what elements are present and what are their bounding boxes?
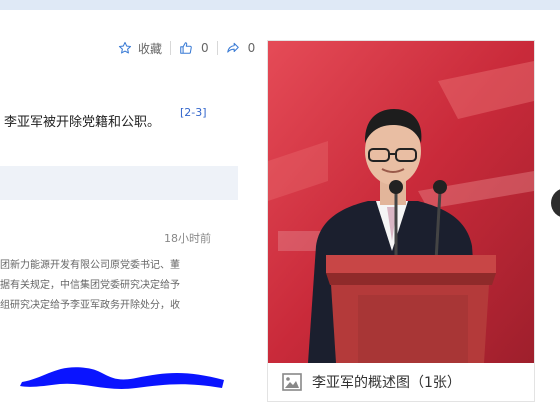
album-caption-text: 李亚军的概述图（1张） xyxy=(312,375,461,391)
reference-link[interactable]: [2-3] xyxy=(180,106,207,119)
redaction-scribble xyxy=(20,367,224,389)
news-line: 团新力能源开发有限公司原党委书记、董 xyxy=(0,260,180,271)
next-arrow-button[interactable] xyxy=(551,188,560,218)
favorite-button[interactable]: 收藏 xyxy=(118,40,162,57)
news-line: 据有关规定，中信集团党委研究决定给予 xyxy=(0,280,180,291)
album-caption[interactable]: 李亚军的概述图（1张） xyxy=(268,363,534,401)
news-line: 组研究决定给予李亚军政务开除处分，收 xyxy=(0,300,180,311)
favorite-label: 收藏 xyxy=(138,41,163,56)
share-icon xyxy=(226,42,239,53)
top-nav-strip xyxy=(0,0,560,10)
article-actions: 收藏 0 0 xyxy=(118,40,255,56)
share-button[interactable]: 0 xyxy=(226,41,256,55)
article-lead-text: 李亚军被开除党籍和公职。 xyxy=(4,115,161,130)
news-timestamp: 18小时前 xyxy=(164,232,211,245)
star-icon xyxy=(118,41,132,54)
thumbs-up-icon xyxy=(180,42,192,54)
image-album-card[interactable]: 李亚军的概述图（1张） xyxy=(267,40,535,402)
like-button[interactable]: 0 xyxy=(179,41,209,55)
divider xyxy=(170,41,172,55)
album-cover-photo[interactable] xyxy=(268,41,534,363)
like-count: 0 xyxy=(201,41,209,55)
share-count: 0 xyxy=(247,41,256,55)
divider xyxy=(216,41,218,55)
image-gallery-icon xyxy=(282,373,302,391)
section-bar xyxy=(0,166,238,200)
